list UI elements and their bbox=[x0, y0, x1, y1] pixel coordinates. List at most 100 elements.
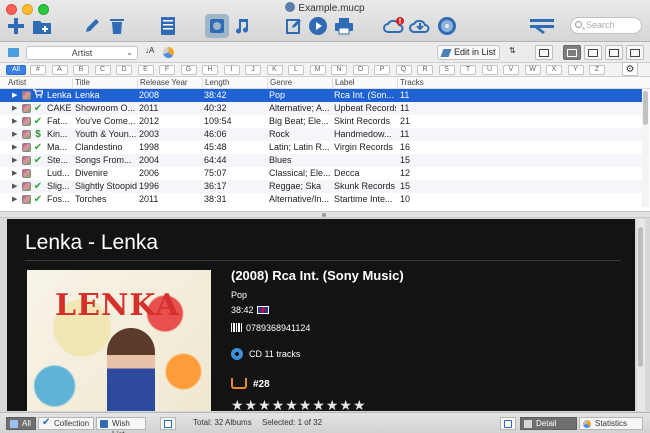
cloud-download-icon bbox=[409, 19, 430, 33]
pie-chart-icon[interactable] bbox=[163, 47, 174, 58]
table-scrollbar[interactable] bbox=[642, 89, 649, 207]
edit-form-icon bbox=[286, 19, 301, 34]
detail-scrollbar[interactable] bbox=[637, 219, 645, 411]
view-detail-button[interactable]: Detail bbox=[520, 417, 577, 430]
alpha-filter-r[interactable]: R bbox=[417, 65, 433, 75]
alpha-filter-number[interactable]: # bbox=[30, 65, 46, 75]
column-genre[interactable]: Genre bbox=[267, 78, 292, 88]
expand-triangle-icon[interactable]: ▶ bbox=[12, 102, 17, 115]
column-release-year[interactable]: Release Year bbox=[137, 78, 188, 88]
table-row[interactable]: ▶ ✔ Fat... You've Come... 2012 109:54 Big Beat… bbox=[0, 115, 642, 128]
alpha-filter-z[interactable]: Z bbox=[589, 65, 605, 75]
expand-triangle-icon[interactable]: ▶ bbox=[12, 115, 17, 128]
expand-triangle-icon[interactable]: ▶ bbox=[12, 141, 17, 154]
table-row[interactable]: ▶ Lud... Divenire 2006 75:07 Classical; Ele..… bbox=[0, 167, 642, 180]
table-row[interactable]: ▶ $ Kin... Youth & Youn... 2003 46:06 Rock Hand… bbox=[0, 128, 642, 141]
alpha-filter-y[interactable]: Y bbox=[567, 65, 584, 75]
sort-icon[interactable]: ↓A bbox=[145, 46, 154, 55]
expand-triangle-icon[interactable]: ▶ bbox=[12, 89, 17, 102]
view-split-button[interactable] bbox=[626, 45, 644, 60]
edit-in-list-button[interactable]: Edit in List bbox=[437, 45, 500, 60]
alpha-filter-b[interactable]: B bbox=[73, 65, 89, 75]
column-label[interactable]: Label bbox=[332, 78, 355, 88]
play-button[interactable] bbox=[306, 14, 330, 38]
list-view-button[interactable] bbox=[156, 14, 180, 38]
add-folder-button[interactable] bbox=[30, 14, 54, 38]
expand-triangle-icon[interactable]: ▶ bbox=[12, 193, 17, 206]
alpha-filter-t[interactable]: T bbox=[460, 65, 476, 75]
alpha-filter-v[interactable]: V bbox=[503, 65, 519, 75]
alpha-filter-o[interactable]: O bbox=[352, 65, 369, 75]
search-input[interactable]: Search bbox=[570, 17, 642, 34]
view-grid-button[interactable] bbox=[584, 45, 602, 60]
album-view-button[interactable] bbox=[205, 14, 229, 38]
filter-collection-button[interactable]: ✔ Collection bbox=[38, 417, 94, 430]
table-row[interactable]: ▶ ✔ Slig... Slightly Stoopid 1996 36:17 Reggae… bbox=[0, 180, 642, 193]
alpha-filter-j[interactable]: J bbox=[245, 65, 261, 75]
pane-splitter[interactable] bbox=[0, 211, 650, 218]
alpha-filter-h[interactable]: H bbox=[202, 65, 218, 75]
add-button[interactable] bbox=[4, 14, 28, 38]
alpha-filter-l[interactable]: L bbox=[288, 65, 304, 75]
alpha-filter-g[interactable]: G bbox=[180, 65, 197, 75]
cloud-download-button[interactable] bbox=[408, 14, 432, 38]
table-row[interactable]: ▶ ✔ Ste... Songs From... 2004 64:44 Blues 15 bbox=[0, 154, 642, 167]
expand-triangle-icon[interactable]: ▶ bbox=[12, 167, 17, 180]
view-columns-button[interactable] bbox=[535, 45, 553, 60]
panel-icon bbox=[164, 420, 172, 428]
alpha-filter-m[interactable]: M bbox=[309, 65, 326, 75]
alpha-filter-s[interactable]: S bbox=[438, 65, 455, 75]
cloud-sync-button[interactable] bbox=[382, 14, 406, 38]
album-cover[interactable]: LENKA bbox=[27, 270, 211, 411]
music-button[interactable] bbox=[230, 14, 254, 38]
alpha-filter-n[interactable]: N bbox=[331, 65, 347, 75]
total-count: Total: 32 Albums bbox=[193, 418, 252, 427]
rating-stars[interactable]: ★★★★★★★★★★ bbox=[231, 397, 367, 411]
alpha-filter-c[interactable]: C bbox=[94, 65, 111, 75]
alpha-filter-f[interactable]: F bbox=[159, 65, 175, 75]
cell-length: 38:42 bbox=[204, 90, 227, 100]
add-icon bbox=[8, 18, 24, 34]
view-statistics-button[interactable]: Statistics bbox=[579, 417, 643, 430]
gear-icon[interactable]: ⚙ bbox=[622, 62, 638, 76]
delete-button[interactable] bbox=[105, 14, 129, 38]
table-row[interactable]: ▶ ✔ Fos... Torches 2011 38:31 Alternative/In..… bbox=[0, 193, 642, 206]
filter-all-button[interactable]: All bbox=[6, 417, 36, 430]
cd-button[interactable] bbox=[435, 14, 459, 38]
alpha-filter-i[interactable]: I bbox=[223, 65, 240, 75]
alpha-filter-q[interactable]: Q bbox=[395, 65, 412, 75]
expand-triangle-icon[interactable]: ▶ bbox=[12, 180, 17, 193]
filter-wishlist-button[interactable]: Wish List bbox=[96, 417, 146, 433]
table-row[interactable]: ▶ ✔ CAKE Showroom O... 2011 40:32 Alternative;… bbox=[0, 102, 642, 115]
alpha-filter-all[interactable]: All bbox=[6, 65, 26, 75]
alpha-filter-p[interactable]: P bbox=[374, 65, 390, 75]
table-row[interactable]: ▶ Lenka Lenka 2008 38:42 Pop Rca Int. (Son... 1… bbox=[0, 89, 642, 102]
view-cards-button[interactable] bbox=[605, 45, 623, 60]
detail-panel: Lenka - Lenka LENKA (2008) Rca Int. (Son… bbox=[7, 219, 635, 411]
column-title[interactable]: Title bbox=[72, 78, 90, 88]
sort-order-icon[interactable]: ⇅ bbox=[509, 46, 516, 55]
alpha-filter-k[interactable]: K bbox=[266, 65, 283, 75]
alpha-filter-a[interactable]: A bbox=[51, 65, 68, 75]
cell-length: 45:48 bbox=[204, 142, 227, 152]
alpha-filter-e[interactable]: E bbox=[137, 65, 154, 75]
column-length[interactable]: Length bbox=[202, 78, 229, 88]
view-list-button[interactable] bbox=[563, 45, 581, 60]
alpha-filter-u[interactable]: U bbox=[481, 65, 498, 75]
column-tracks[interactable]: Tracks bbox=[397, 78, 424, 88]
print-button[interactable] bbox=[332, 14, 356, 38]
column-artist[interactable]: Artist bbox=[6, 78, 26, 88]
expand-triangle-icon[interactable]: ▶ bbox=[12, 154, 17, 167]
expand-triangle-icon[interactable]: ▶ bbox=[12, 128, 17, 141]
edit-form-button[interactable] bbox=[282, 14, 306, 38]
lock-button[interactable] bbox=[500, 417, 516, 430]
table-row[interactable]: ▶ ✔ Ma... Clandestino 1998 45:48 Latin; Latin … bbox=[0, 141, 642, 154]
alpha-filter-w[interactable]: W bbox=[524, 65, 541, 75]
toggle-sidebar-button[interactable] bbox=[160, 417, 176, 430]
alpha-filter-d[interactable]: D bbox=[116, 65, 132, 75]
group-by-select[interactable]: Artist ⌄ bbox=[26, 46, 138, 60]
alpha-filter-x[interactable]: X bbox=[546, 65, 562, 75]
folder-icon[interactable] bbox=[8, 48, 19, 57]
edit-button[interactable] bbox=[80, 14, 104, 38]
tools-button[interactable] bbox=[528, 14, 556, 38]
